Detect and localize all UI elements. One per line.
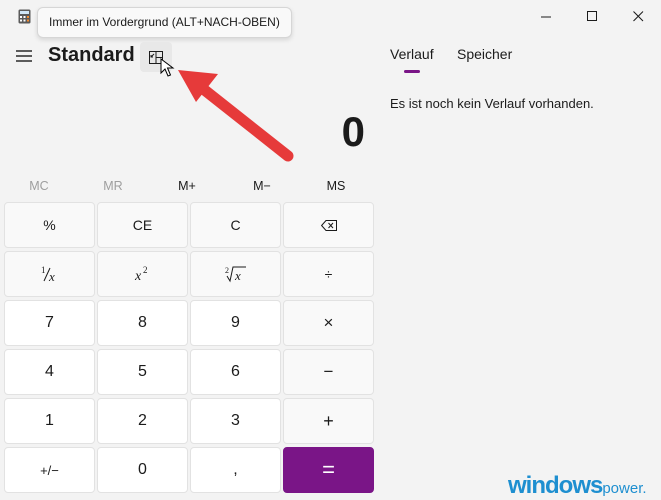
reciprocal-icon: 1 x [41,265,55,283]
svg-text:2: 2 [143,265,148,275]
active-tab-indicator [404,70,420,73]
calculator-app-icon [18,9,31,24]
backspace-icon [320,219,337,231]
minimize-button[interactable] [523,0,569,32]
memory-subtract-button[interactable]: M− [225,174,299,198]
square-root-icon: 2 x [225,266,246,283]
calculator-window: Immer im Vordergrund (ALT+NACH-OBEN) Sta… [0,0,661,500]
square-button[interactable]: x 2 [97,251,188,297]
memory-store-button[interactable]: MS [299,174,373,198]
tab-history[interactable]: Verlauf [390,46,434,62]
annotation-arrow-icon [178,70,294,162]
close-icon [632,10,643,21]
navigation-menu-button[interactable] [14,46,34,66]
digit-4-button[interactable]: 4 [4,349,95,395]
digit-9-button[interactable]: 9 [190,300,281,346]
square-root-button[interactable]: 2 x [190,251,281,297]
always-on-top-tooltip: Immer im Vordergrund (ALT+NACH-OBEN) [37,7,292,38]
digit-3-button[interactable]: 3 [190,398,281,444]
svg-text:x: x [134,269,142,283]
history-empty-message: Es ist noch kein Verlauf vorhanden. [390,96,594,111]
hamburger-icon [16,50,32,62]
maximize-icon [586,10,597,21]
svg-text:x: x [48,269,55,283]
clear-button[interactable]: C [190,202,281,248]
tab-memory[interactable]: Speicher [457,46,512,62]
decimal-separator-button[interactable]: , [190,447,281,493]
memory-recall-button[interactable]: MR [76,174,150,198]
watermark-logo: windowspower. [508,472,647,499]
percent-button[interactable]: % [4,202,95,248]
multiply-button[interactable]: × [283,300,374,346]
mouse-cursor-icon [160,58,175,77]
maximize-button[interactable] [569,0,615,32]
minimize-icon [540,16,551,17]
square-icon: x 2 [134,265,148,283]
svg-text:2: 2 [225,266,229,275]
watermark-main: windows [508,472,603,499]
page-title: Standard [48,44,135,66]
clear-entry-button[interactable]: CE [97,202,188,248]
digit-0-button[interactable]: 0 [97,447,188,493]
backspace-button[interactable] [283,202,374,248]
reciprocal-button[interactable]: 1 x [4,251,95,297]
negate-button[interactable]: +/− [4,447,95,493]
display-result: 0 [341,108,365,155]
digit-5-button[interactable]: 5 [97,349,188,395]
digit-7-button[interactable]: 7 [4,300,95,346]
watermark-sub: power. [602,480,647,497]
digit-1-button[interactable]: 1 [4,398,95,444]
svg-text:1: 1 [41,265,46,275]
divide-button[interactable]: ÷ [283,251,374,297]
digit-2-button[interactable]: 2 [97,398,188,444]
memory-row: MC MR M+ M− MS [0,174,380,198]
close-button[interactable] [615,0,661,32]
subtract-button[interactable]: − [283,349,374,395]
add-button[interactable]: + [283,398,374,444]
memory-clear-button[interactable]: MC [2,174,76,198]
digit-6-button[interactable]: 6 [190,349,281,395]
svg-text:x: x [234,268,241,283]
equals-button[interactable]: = [283,447,374,493]
memory-add-button[interactable]: M+ [150,174,224,198]
digit-8-button[interactable]: 8 [97,300,188,346]
